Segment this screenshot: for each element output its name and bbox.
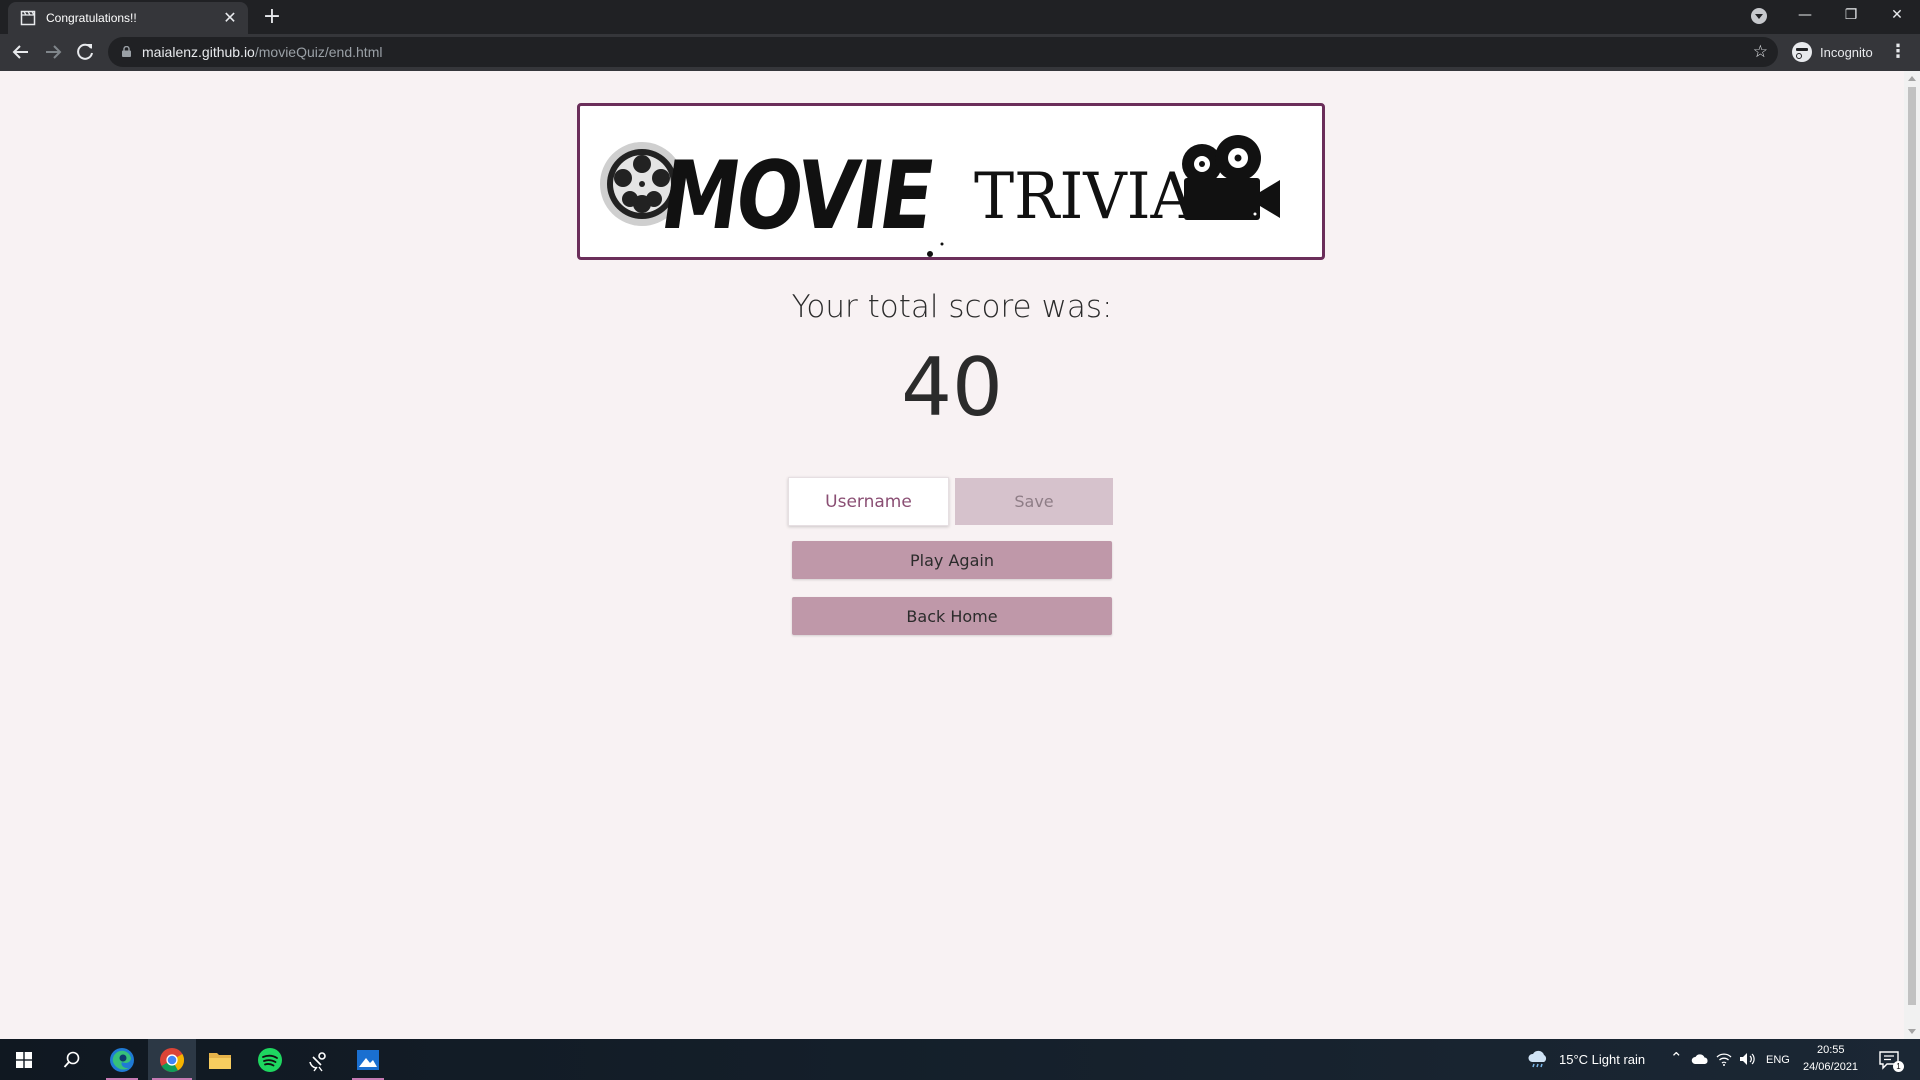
browser-tab-strip: Congratulations!! ✕ + — ❐ ✕ bbox=[0, 0, 1920, 34]
volume-icon[interactable] bbox=[1739, 1052, 1757, 1066]
incognito-icon bbox=[1792, 42, 1812, 62]
page-scrollbar[interactable] bbox=[1904, 71, 1920, 1039]
reload-icon[interactable] bbox=[73, 40, 97, 64]
forward-arrow-icon[interactable] bbox=[41, 40, 65, 64]
address-bar[interactable]: maialenz.github.io/movieQuiz/end.html ☆ bbox=[108, 37, 1778, 67]
browser-tab[interactable]: Congratulations!! ✕ bbox=[8, 2, 248, 34]
logo-image: MOVIE TRIVIA bbox=[600, 135, 1280, 257]
satellite-icon[interactable] bbox=[294, 1039, 342, 1080]
tab-title: Congratulations!! bbox=[46, 11, 137, 25]
page-content: MOVIE TRIVIA Your total score was: 40 Sa… bbox=[0, 71, 1904, 1039]
scroll-up-arrow[interactable] bbox=[1908, 76, 1916, 81]
tab-favicon-icon bbox=[20, 10, 36, 26]
star-icon[interactable]: ☆ bbox=[1753, 42, 1768, 62]
search-icon[interactable] bbox=[48, 1039, 96, 1080]
chevron-up-icon[interactable]: ⌃ bbox=[1670, 1049, 1683, 1067]
weather-text[interactable]: 15°C Light rain bbox=[1559, 1052, 1645, 1067]
scroll-down-arrow[interactable] bbox=[1908, 1029, 1916, 1034]
play-again-button[interactable]: Play Again bbox=[792, 541, 1112, 579]
edge-icon[interactable] bbox=[98, 1039, 146, 1080]
movie-camera-icon bbox=[1182, 135, 1280, 220]
clock-time[interactable]: 20:55 bbox=[1817, 1044, 1845, 1056]
windows-taskbar: 15°C Light rain ⌃ ENG 20:55 24/06/2021 1 bbox=[0, 1039, 1920, 1080]
photos-icon[interactable] bbox=[344, 1039, 392, 1080]
profile-label: Incognito bbox=[1820, 44, 1873, 60]
logo-trivia-text: TRIVIA bbox=[974, 160, 1195, 234]
save-button[interactable]: Save bbox=[955, 478, 1113, 525]
menu-icon[interactable]: ⋮ bbox=[1888, 40, 1908, 64]
cloud-rain-icon[interactable] bbox=[1527, 1050, 1549, 1068]
close-window-button[interactable]: ✕ bbox=[1874, 0, 1920, 30]
tab-search-button[interactable] bbox=[1751, 8, 1767, 24]
onedrive-icon[interactable] bbox=[1691, 1053, 1709, 1065]
close-icon[interactable]: ✕ bbox=[222, 10, 238, 26]
back-home-button[interactable]: Back Home bbox=[792, 597, 1112, 635]
score-value: 40 bbox=[901, 341, 1003, 434]
url-text[interactable]: maialenz.github.io/movieQuiz/end.html bbox=[142, 44, 382, 60]
back-arrow-icon[interactable] bbox=[9, 40, 33, 64]
restore-button[interactable]: ❐ bbox=[1828, 0, 1874, 30]
logo-movie-text: MOVIE bbox=[655, 141, 938, 250]
file-explorer-icon[interactable] bbox=[196, 1039, 244, 1080]
windows-start-icon[interactable] bbox=[0, 1039, 48, 1080]
url-path: /movieQuiz/end.html bbox=[254, 44, 383, 60]
scroll-thumb[interactable] bbox=[1908, 87, 1916, 1005]
wifi-icon[interactable] bbox=[1716, 1052, 1732, 1066]
plus-icon[interactable]: + bbox=[260, 6, 284, 30]
url-host: maialenz.github.io bbox=[142, 44, 255, 60]
clock-date[interactable]: 24/06/2021 bbox=[1803, 1061, 1858, 1073]
notification-count: 1 bbox=[1893, 1061, 1904, 1072]
spotify-icon[interactable] bbox=[246, 1039, 294, 1080]
minimize-button[interactable]: — bbox=[1782, 0, 1828, 30]
language-indicator[interactable]: ENG bbox=[1766, 1054, 1790, 1066]
lock-icon[interactable] bbox=[122, 46, 131, 57]
score-label: Your total score was: bbox=[791, 289, 1113, 325]
browser-toolbar: maialenz.github.io/movieQuiz/end.html ☆ … bbox=[0, 34, 1920, 71]
profile-button[interactable]: Incognito bbox=[1786, 39, 1883, 65]
chrome-icon[interactable] bbox=[148, 1039, 196, 1080]
username-input[interactable] bbox=[788, 477, 949, 526]
movie-trivia-logo: MOVIE TRIVIA bbox=[577, 103, 1325, 260]
